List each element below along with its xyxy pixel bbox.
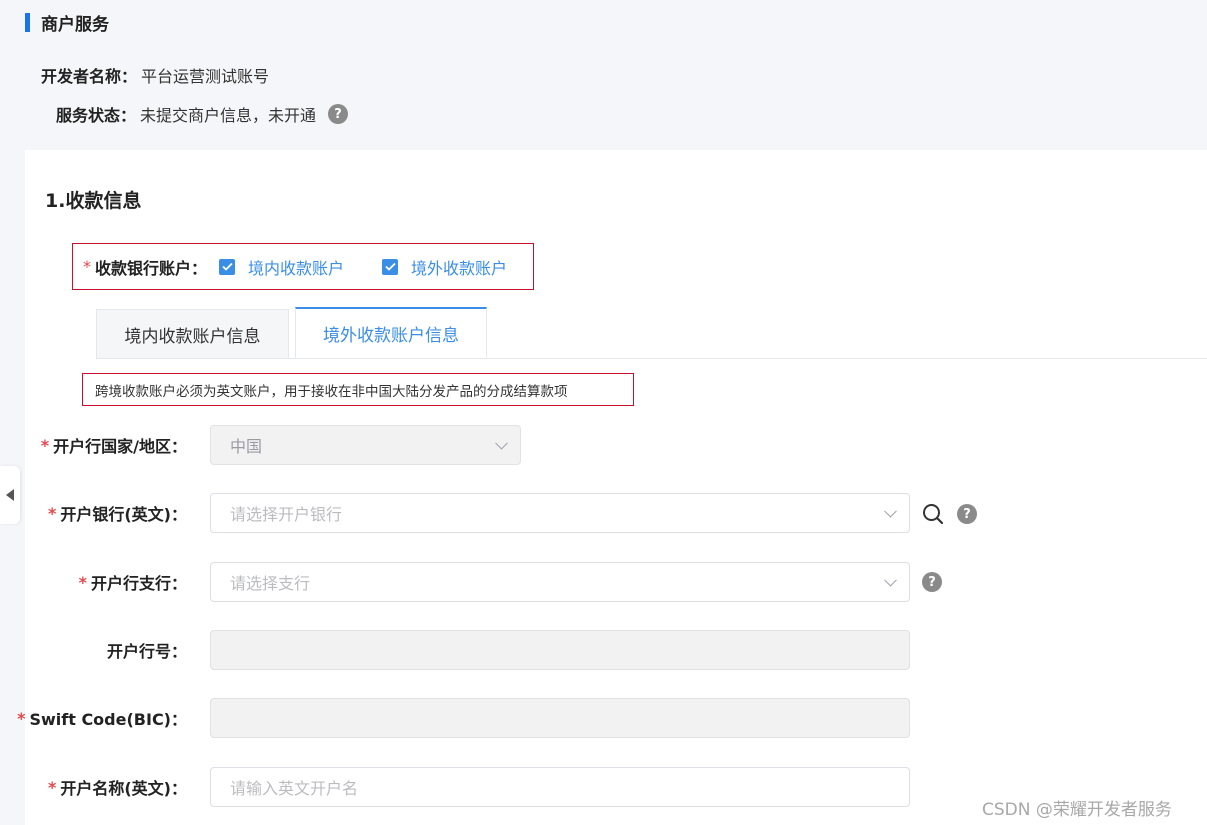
required-mark: * (47, 777, 57, 797)
service-status-label: 服务状态： (56, 106, 137, 125)
domestic-account-option[interactable]: 境内收款账户 (248, 255, 344, 279)
bank-label-wrap: * 开户银行(英文)： (48, 493, 187, 533)
country-select[interactable]: 中国 (210, 425, 521, 465)
developer-label: 开发者名称： (41, 67, 138, 86)
required-mark: * (47, 503, 57, 523)
account-name-input[interactable]: 请输入英文开户名 (210, 767, 910, 807)
bank-label: 开户银行(英文)： (60, 505, 187, 524)
search-icon[interactable] (922, 503, 944, 525)
account-name-label-wrap: * 开户名称(英文)： (48, 767, 187, 807)
overseas-account-notice: 跨境收款账户必须为英文账户，用于接收在非中国大陆分发产品的分成结算款项 (82, 373, 634, 406)
receipt-panel: 1.收款信息 * 收款银行账户： 境内收款账户 境外收款账户 境内收款账户信息 … (17, 150, 1207, 825)
help-circle-icon[interactable]: ? (328, 104, 349, 124)
required-mark: * (40, 435, 50, 455)
bank-account-label: 收款银行账户： (95, 258, 208, 278)
required-mark: * (17, 708, 26, 728)
service-status-row: 服务状态： 未提交商户信息，未开通 ? (56, 102, 349, 126)
branch-placeholder: 请选择支行 (230, 574, 311, 593)
overseas-account-option[interactable]: 境外收款账户 (411, 255, 507, 279)
account-name-label: 开户名称(英文)： (60, 779, 187, 798)
bank-placeholder: 请选择开户银行 (230, 505, 343, 524)
tab-overseas-account-info[interactable]: 境外收款账户信息 (295, 307, 487, 358)
help-circle-icon[interactable]: ? (922, 572, 942, 592)
caret-left-icon (6, 489, 14, 501)
branch-select[interactable]: 请选择支行 (210, 562, 910, 602)
swift-label-wrap: * Swift Code(BIC)： (17, 698, 187, 738)
chevron-down-icon (495, 436, 508, 450)
swift-label: Swift Code(BIC)： (29, 710, 187, 729)
country-label: 开户行国家/地区： (53, 437, 187, 456)
service-status-value: 未提交商户信息，未开通 (140, 106, 317, 125)
chevron-down-icon (884, 504, 897, 518)
bank-account-selector: * 收款银行账户： 境内收款账户 境外收款账户 (72, 243, 534, 290)
section-title: 商户服务 (41, 14, 109, 35)
swift-code-input[interactable] (210, 698, 910, 738)
bank-select[interactable]: 请选择开户银行 (210, 493, 910, 533)
section-accent-bar (25, 12, 30, 32)
overseas-account-checkbox[interactable] (382, 258, 399, 275)
bank-number-label: 开户行号： (106, 642, 187, 661)
branch-label: 开户行支行： (90, 574, 187, 593)
account-name-placeholder: 请输入英文开户名 (230, 779, 359, 798)
bank-number-label-wrap: 开户行号： (107, 630, 187, 670)
sidebar-collapse-button[interactable] (0, 466, 20, 524)
bank-number-input[interactable] (210, 630, 910, 670)
required-mark: * (78, 572, 87, 592)
country-value: 中国 (230, 437, 263, 456)
developer-row: 开发者名称： 平台运营测试账号 (41, 63, 269, 87)
chevron-down-icon (884, 573, 897, 587)
country-label-wrap: * 开户行国家/地区： (41, 425, 187, 465)
help-circle-icon[interactable]: ? (957, 504, 977, 524)
check-icon (384, 262, 396, 271)
domestic-account-checkbox[interactable] (219, 258, 236, 275)
tab-domestic-account-info[interactable]: 境内收款账户信息 (96, 309, 289, 359)
receipt-title: 1.收款信息 (45, 190, 142, 212)
developer-value: 平台运营测试账号 (141, 67, 270, 86)
section-header: 商户服务 (25, 11, 109, 35)
check-icon (221, 262, 233, 271)
branch-label-wrap: * 开户行支行： (79, 562, 187, 602)
required-mark: * (83, 257, 91, 276)
watermark: CSDN @荣耀开发者服务 (982, 800, 1172, 820)
